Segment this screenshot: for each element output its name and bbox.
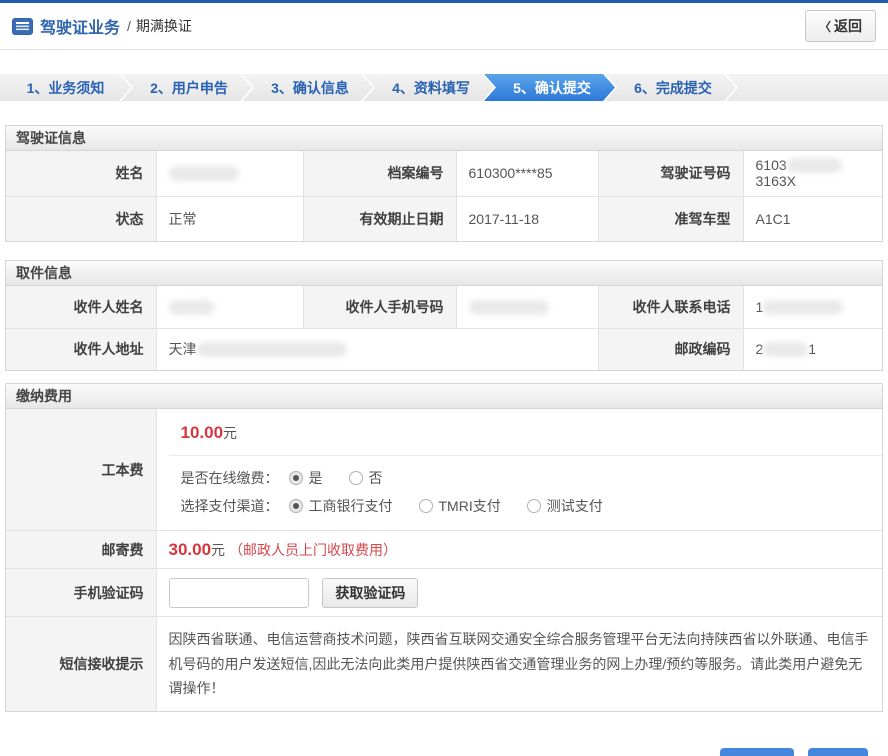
postcode-label: 邮政编码: [598, 328, 743, 370]
fees-section: 缴纳费用 工本费 10.00元 是否在线缴费： 是 否 选择支付渠道： 工商银行…: [5, 383, 883, 712]
license-info-section: 驾驶证信息 姓名 档案编号 610300****85 驾驶证号码 6103316…: [5, 125, 883, 242]
recipient-name-label: 收件人姓名: [6, 286, 156, 328]
license-number-value: 61033163X: [743, 151, 882, 196]
online-no-option[interactable]: 否: [349, 468, 383, 488]
name-label: 姓名: [6, 151, 156, 196]
postage-fee-value: 30.00元（邮政人员上门收取费用）: [156, 531, 882, 569]
fees-table: 工本费 10.00元 是否在线缴费： 是 否 选择支付渠道： 工商银行支付 TM…: [6, 409, 882, 711]
table-row-postage-fee: 邮寄费 30.00元（邮政人员上门收取费用）: [6, 531, 882, 569]
sms-code-field-cell: 获取验证码: [156, 569, 882, 617]
previous-step-button[interactable]: 上一步: [720, 748, 794, 756]
table-row: 姓名 档案编号 610300****85 驾驶证号码 61033163X: [6, 151, 882, 196]
table-row: 状态 正常 有效期止日期 2017-11-18 准驾车型 A1C1: [6, 196, 882, 241]
business-menu-icon: [12, 18, 33, 35]
production-fee-label: 工本费: [6, 409, 156, 531]
step-5-confirm-submit[interactable]: 5、确认提交: [484, 74, 615, 101]
redacted-mobile: [469, 300, 549, 315]
pickup-info-table: 收件人姓名 收件人手机号码 收件人联系电话 1 收件人地址 天津 邮政编码 21: [6, 286, 882, 370]
radio-channel-test[interactable]: [527, 499, 541, 513]
recipient-name-value: [156, 286, 303, 328]
sms-notice-label: 短信接收提示: [6, 617, 156, 711]
production-fee-amount: 10.00: [181, 423, 224, 442]
radio-online-no[interactable]: [349, 471, 363, 485]
table-row-sms-code: 手机验证码 获取验证码: [6, 569, 882, 617]
step-3-confirm-info[interactable]: 3、确认信息: [242, 74, 373, 101]
step-6-complete-submit[interactable]: 6、完成提交: [605, 74, 736, 101]
postage-fee-amount: 30.00: [169, 540, 212, 559]
table-row-production-fee: 工本费 10.00元 是否在线缴费： 是 否 选择支付渠道： 工商银行支付 TM…: [6, 409, 882, 531]
footer-actions: 上一步 完成: [0, 712, 888, 756]
postage-fee-label: 邮寄费: [6, 531, 156, 569]
back-button[interactable]: 〈返回: [805, 10, 876, 42]
currency-unit: 元: [223, 425, 237, 441]
breadcrumb-separator: /: [127, 18, 131, 34]
expiry-value: 2017-11-18: [456, 196, 598, 241]
radio-online-yes[interactable]: [289, 471, 303, 485]
fees-section-title: 缴纳费用: [6, 384, 882, 409]
radio-channel-icbc[interactable]: [289, 499, 303, 513]
table-row: 收件人姓名 收件人手机号码 收件人联系电话 1: [6, 286, 882, 328]
channel-tmri-option[interactable]: TMRI支付: [419, 496, 501, 516]
page-header: 驾驶证业务 / 期满换证 〈返回: [0, 3, 888, 50]
step-progress-bar: 1、业务须知 2、用户申告 3、确认信息 4、资料填写 5、确认提交 6、完成提…: [0, 74, 888, 101]
recipient-mobile-label: 收件人手机号码: [303, 286, 456, 328]
channel-icbc-option[interactable]: 工商银行支付: [289, 496, 393, 516]
license-number-label: 驾驶证号码: [598, 151, 743, 196]
redacted-address: [197, 342, 347, 357]
step-bar-filler: [726, 74, 888, 101]
sms-notice-text: 因陕西省联通、电信运营商技术问题，陕西省互联网交通安全综合服务管理平台无法向持陕…: [156, 617, 882, 711]
online-payment-row: 是否在线缴费： 是 否: [181, 464, 871, 492]
online-payment-label: 是否在线缴费：: [181, 468, 279, 488]
name-value: [156, 151, 303, 196]
postcode-value: 21: [743, 328, 882, 370]
expiry-label: 有效期止日期: [303, 196, 456, 241]
redacted-postcode-digits: [763, 342, 808, 357]
currency-unit: 元: [211, 542, 225, 558]
production-fee-amount-row: 10.00元: [169, 409, 883, 456]
step-2-user-declaration[interactable]: 2、用户申告: [121, 74, 252, 101]
license-section-title: 驾驶证信息: [6, 126, 882, 151]
postage-note: （邮政人员上门收取费用）: [229, 542, 397, 558]
finish-button[interactable]: 完成: [808, 748, 868, 756]
payment-channel-label: 选择支付渠道：: [181, 496, 279, 516]
address-value: 天津: [156, 328, 598, 370]
license-info-table: 姓名 档案编号 610300****85 驾驶证号码 61033163X 状态 …: [6, 151, 882, 241]
back-button-label: 返回: [834, 18, 862, 34]
pickup-info-section: 取件信息 收件人姓名 收件人手机号码 收件人联系电话 1 收件人地址 天津 邮政…: [5, 260, 883, 371]
sms-code-label: 手机验证码: [6, 569, 156, 617]
redacted-license-digits: [787, 158, 842, 173]
table-row: 收件人地址 天津 邮政编码 21: [6, 328, 882, 370]
production-fee-value: 10.00元 是否在线缴费： 是 否 选择支付渠道： 工商银行支付 TMRI支付…: [156, 409, 882, 531]
recipient-mobile-value: [456, 286, 598, 328]
redacted-phone-digits: [763, 300, 843, 315]
redacted-name: [169, 166, 239, 181]
vehicle-class-value: A1C1: [743, 196, 882, 241]
payment-channel-row: 选择支付渠道： 工商银行支付 TMRI支付 测试支付: [181, 492, 871, 520]
get-code-button[interactable]: 获取验证码: [322, 578, 418, 608]
breadcrumb-current: 期满换证: [136, 16, 192, 36]
recipient-phone-label: 收件人联系电话: [598, 286, 743, 328]
channel-test-option[interactable]: 测试支付: [527, 496, 603, 516]
vehicle-class-label: 准驾车型: [598, 196, 743, 241]
online-yes-option[interactable]: 是: [289, 468, 323, 488]
file-number-value: 610300****85: [456, 151, 598, 196]
redacted-recipient-name: [169, 300, 214, 315]
step-1-business-notice[interactable]: 1、业务须知: [0, 74, 131, 101]
pickup-section-title: 取件信息: [6, 261, 882, 286]
radio-channel-tmri[interactable]: [419, 499, 433, 513]
recipient-phone-value: 1: [743, 286, 882, 328]
sms-code-input[interactable]: [169, 578, 309, 608]
status-label: 状态: [6, 196, 156, 241]
step-4-fill-data[interactable]: 4、资料填写: [363, 74, 494, 101]
page-title: 驾驶证业务: [40, 14, 120, 38]
status-value: 正常: [156, 196, 303, 241]
back-chevron-icon: 〈: [819, 20, 831, 34]
file-number-label: 档案编号: [303, 151, 456, 196]
table-row-sms-notice: 短信接收提示 因陕西省联通、电信运营商技术问题，陕西省互联网交通安全综合服务管理…: [6, 617, 882, 711]
address-label: 收件人地址: [6, 328, 156, 370]
